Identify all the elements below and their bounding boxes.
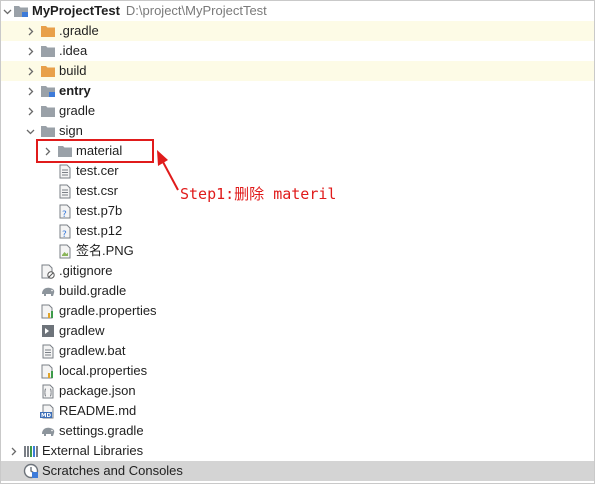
annotation-arrow-icon [157, 150, 179, 191]
annotation-text: Step1:删除 materil [180, 185, 337, 203]
